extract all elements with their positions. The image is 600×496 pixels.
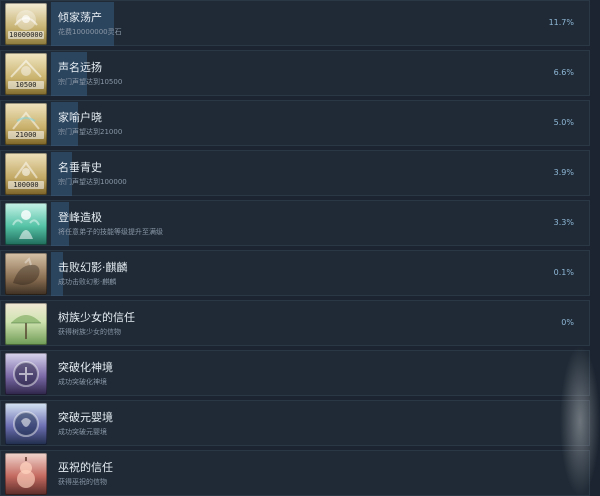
achievement-title: 登峰造极: [58, 211, 102, 224]
achievement-description: 花费10000000灵石: [58, 28, 122, 36]
achievement-title: 名垂青史: [58, 161, 102, 174]
achievement-description: 成功突破元婴境: [58, 428, 107, 436]
achievement-row[interactable]: 10000000 倾家荡产 花费10000000灵石 11.7%: [0, 0, 590, 46]
figure-icon: [12, 210, 40, 239]
achievement-title: 突破元婴境: [58, 411, 113, 424]
achievement-description: 成功突破化神境: [58, 378, 107, 386]
gourd-icon: [5, 453, 47, 495]
realm-orb-icon: [5, 403, 47, 445]
achievement-row[interactable]: 巫祝的信任 获得巫祝的信物: [0, 450, 590, 496]
achievement-description: 获得树族少女的信物: [58, 328, 121, 336]
gold-badge-icon: 21000: [5, 103, 47, 145]
achievement-row[interactable]: 突破元婴境 成功突破元婴境: [0, 400, 590, 446]
achievement-title: 突破化神境: [58, 361, 113, 374]
figure-icon: [5, 203, 47, 245]
achievement-badge-number: 100000: [8, 181, 44, 189]
achievement-badge-number: 10500: [8, 81, 44, 89]
achievement-description: 宗门声望达到21000: [58, 128, 123, 136]
achievement-unlock-percent: 6.6%: [553, 68, 574, 77]
achievement-row[interactable]: 击败幻影·麒麟 成功击败幻影·麒麟 0.1%: [0, 250, 590, 296]
achievement-list: 10000000 倾家荡产 花费10000000灵石 11.7% 10500 声…: [0, 0, 600, 496]
achievement-description: 宗门声望达到10500: [58, 78, 123, 86]
achievement-row[interactable]: 10500 声名远扬 宗门声望达到10500 6.6%: [0, 50, 590, 96]
gold-badge-icon: 100000: [5, 153, 47, 195]
realm-orb-icon: [13, 361, 39, 387]
achievement-row[interactable]: 树族少女的信任 获得树族少女的信物 0%: [0, 300, 590, 346]
achievement-description: 成功击败幻影·麒麟: [58, 278, 117, 286]
achievement-description: 将任意弟子的技能等级提升至满级: [58, 228, 163, 236]
achievement-title: 声名远扬: [58, 61, 102, 74]
realm-orb-icon: [13, 411, 39, 437]
achievement-row[interactable]: 登峰造极 将任意弟子的技能等级提升至满级 3.3%: [0, 200, 590, 246]
achievement-title: 击败幻影·麒麟: [58, 261, 128, 274]
achievement-row[interactable]: 21000 家喻户晓 宗门声望达到21000 5.0%: [0, 100, 590, 146]
achievement-unlock-percent: 5.0%: [553, 118, 574, 127]
achievement-unlock-percent: 0.1%: [553, 268, 574, 277]
achievement-description: 宗门声望达到100000: [58, 178, 127, 186]
qilin-icon: [5, 253, 47, 295]
qilin-icon: [13, 257, 40, 285]
achievement-badge-number: 21000: [8, 131, 44, 139]
gourd-icon: [17, 457, 35, 488]
parasol-icon: [11, 315, 41, 339]
achievement-title: 树族少女的信任: [58, 311, 135, 324]
parasol-icon: [5, 303, 47, 345]
realm-orb-icon: [5, 353, 47, 395]
gold-badge-icon: 10000000: [5, 3, 47, 45]
achievement-unlock-percent: 0%: [561, 318, 574, 327]
achievement-badge-number: 10000000: [8, 31, 44, 39]
achievement-row[interactable]: 100000 名垂青史 宗门声望达到100000 3.9%: [0, 150, 590, 196]
achievement-unlock-percent: 11.7%: [548, 18, 574, 27]
achievement-unlock-percent: 3.9%: [553, 168, 574, 177]
achievement-description: 获得巫祝的信物: [58, 478, 107, 486]
achievement-unlock-percent: 3.3%: [553, 218, 574, 227]
achievement-title: 巫祝的信任: [58, 461, 113, 474]
gold-badge-icon: 10500: [5, 53, 47, 95]
achievement-row[interactable]: 突破化神境 成功突破化神境: [0, 350, 590, 396]
achievement-title: 家喻户晓: [58, 111, 102, 124]
achievement-title: 倾家荡产: [58, 11, 102, 24]
